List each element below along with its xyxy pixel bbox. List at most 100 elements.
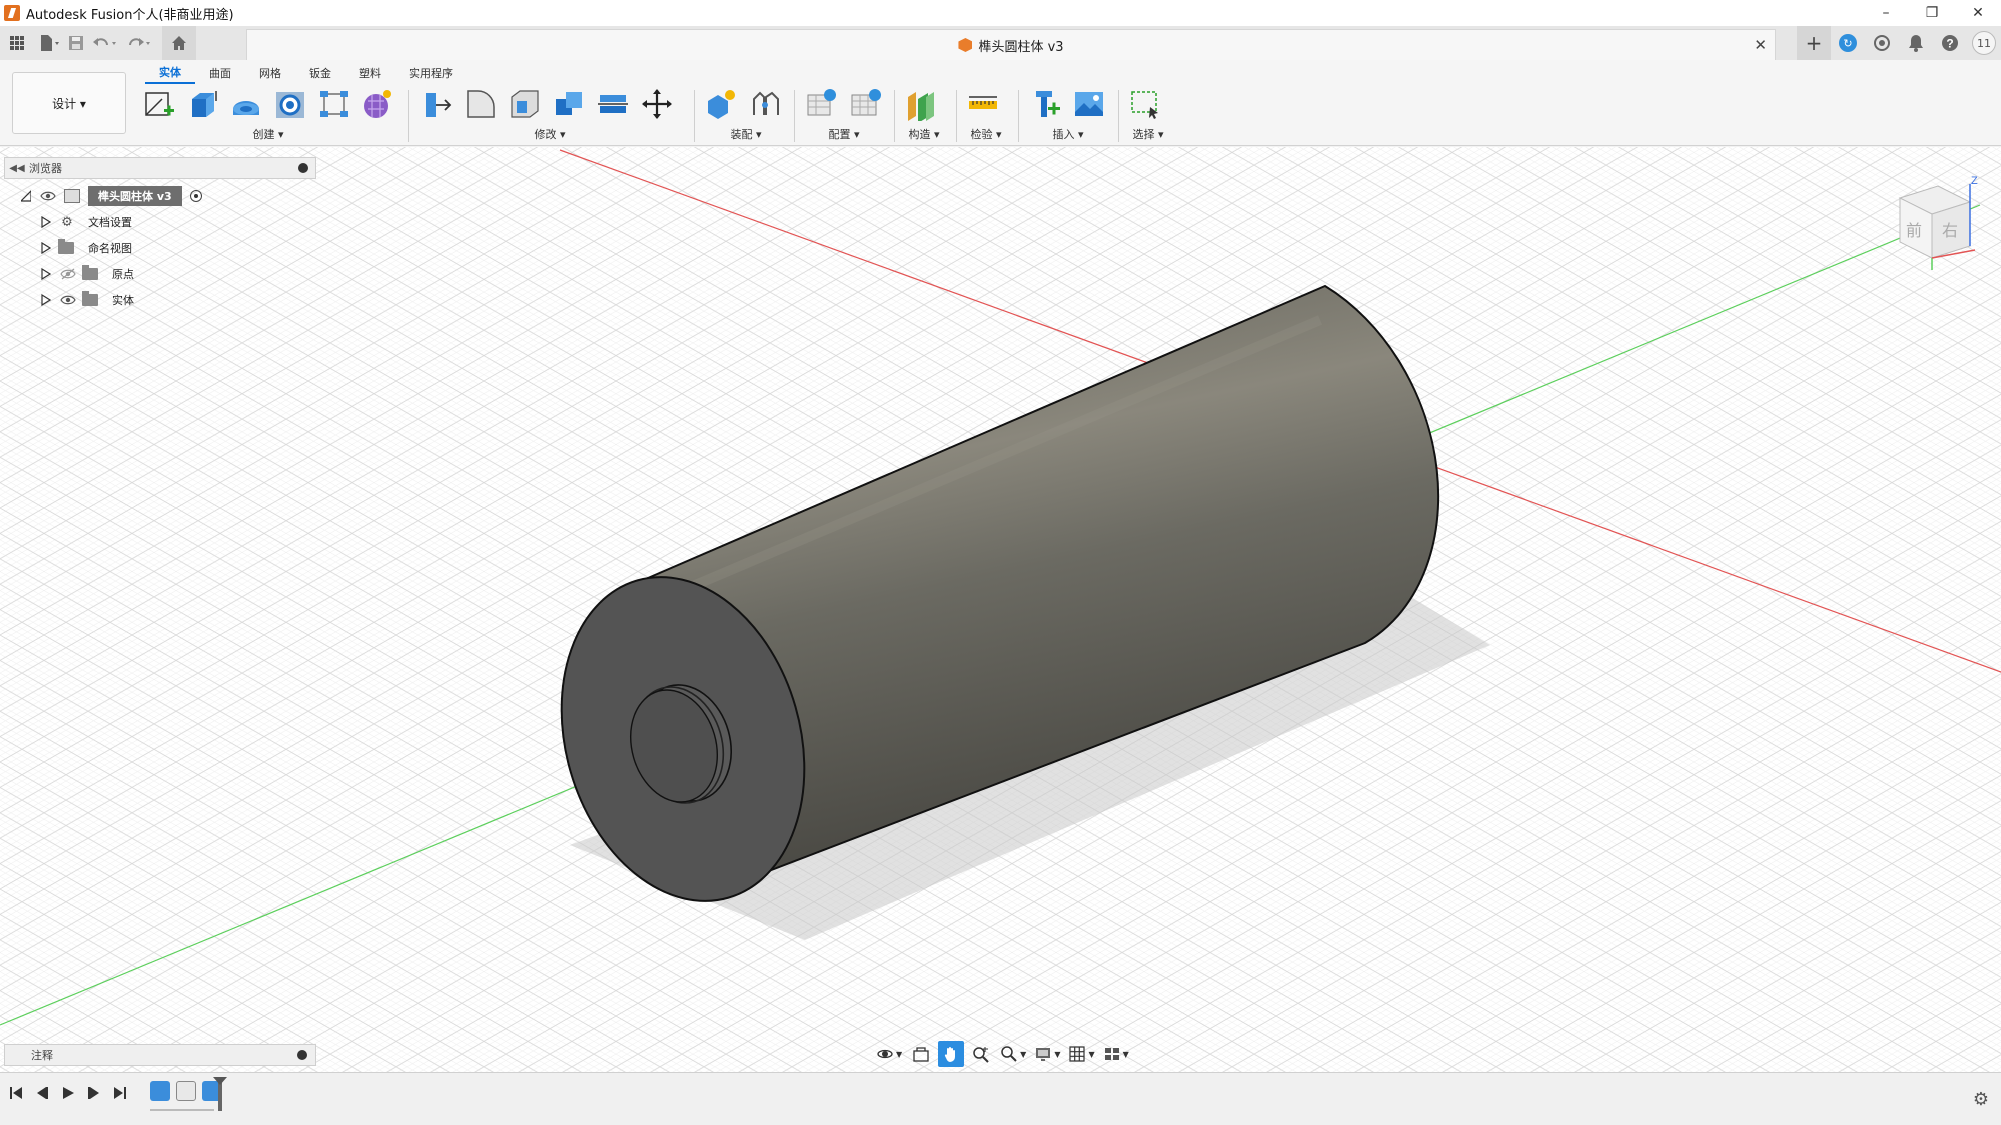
assemble-group-label[interactable]: 装配 ▾ <box>702 126 790 142</box>
tab-surface[interactable]: 曲面 <box>195 62 245 84</box>
select-group-label[interactable]: 选择 ▾ <box>1126 126 1170 142</box>
offset-plane-button[interactable] <box>902 85 940 123</box>
timeline-settings-button[interactable]: ⚙ <box>1973 1089 1989 1110</box>
create-sketch-button[interactable] <box>140 85 178 123</box>
split-body-button[interactable] <box>594 85 632 123</box>
notifications-button[interactable] <box>1899 26 1933 60</box>
pin-icon[interactable] <box>298 163 308 173</box>
add-comment-icon[interactable] <box>297 1050 307 1060</box>
tree-item-named-views[interactable]: 命名视图 <box>4 235 316 261</box>
timeline-feature-sketch[interactable] <box>176 1081 196 1101</box>
step-forward-button[interactable] <box>86 1085 102 1101</box>
insert-group-label[interactable]: 插入 ▾ <box>1026 126 1110 142</box>
document-tab[interactable]: 榫头圆柱体 v3 ✕ <box>246 29 1776 60</box>
help-button[interactable]: ? <box>1933 26 1967 60</box>
document-tab-title: 榫头圆柱体 v3 <box>978 39 1064 55</box>
tab-mesh[interactable]: 网格 <box>245 62 295 84</box>
go-to-start-button[interactable] <box>8 1085 24 1101</box>
pan-button[interactable] <box>938 1041 965 1067</box>
visibility-eye-icon[interactable] <box>40 190 56 202</box>
expand-triangle-icon[interactable] <box>40 242 52 254</box>
look-at-button[interactable] <box>908 1041 934 1067</box>
configuration-table-button[interactable] <box>846 85 884 123</box>
tree-item-bodies[interactable]: 实体 <box>4 287 316 313</box>
close-window-button[interactable]: ✕ <box>1955 0 2001 26</box>
extensions-button[interactable]: ↻ <box>1831 26 1865 60</box>
hidden-eye-icon[interactable] <box>60 268 76 280</box>
tree-item-document-settings[interactable]: ⚙ 文档设置 <box>4 209 316 235</box>
shell-button[interactable] <box>506 85 544 123</box>
comments-panel[interactable]: 注释 <box>4 1044 316 1066</box>
configure-design-button[interactable] <box>802 85 840 123</box>
expand-triangle-icon[interactable] <box>20 190 32 202</box>
job-status-button[interactable] <box>1865 26 1899 60</box>
offset-plane-icon <box>908 92 934 121</box>
user-account-button[interactable]: 11 <box>1967 26 2001 60</box>
fit-button[interactable]: ▼ <box>998 1041 1028 1067</box>
zoom-button[interactable] <box>968 1041 994 1067</box>
inspect-group-label[interactable]: 检验 ▾ <box>964 126 1008 142</box>
grid-settings-icon <box>1069 1046 1086 1062</box>
window-title-bar: Autodesk Fusion个人(非商业用途) – ❐ ✕ <box>0 0 2001 26</box>
tab-plastic[interactable]: 塑料 <box>345 62 395 84</box>
visibility-eye-icon[interactable] <box>60 294 76 306</box>
minimize-button[interactable]: – <box>1863 0 1909 26</box>
configure-group-label[interactable]: 配置 ▾ <box>802 126 886 142</box>
fillet-button[interactable] <box>462 85 500 123</box>
data-panel-button[interactable] <box>0 26 34 60</box>
undo-button[interactable] <box>88 26 122 60</box>
create-form-button[interactable] <box>358 85 396 123</box>
play-button[interactable] <box>60 1085 76 1101</box>
construct-group-label[interactable]: 构造 ▾ <box>902 126 946 142</box>
collapse-icon[interactable]: ◀◀ <box>5 163 29 174</box>
pattern-button[interactable] <box>315 85 353 123</box>
measure-button[interactable] <box>964 85 1002 123</box>
tab-sheet-metal[interactable]: 钣金 <box>295 62 345 84</box>
insert-canvas-button[interactable] <box>1070 85 1108 123</box>
save-button[interactable] <box>64 26 88 60</box>
home-button[interactable] <box>162 26 196 60</box>
expand-triangle-icon[interactable] <box>40 216 52 228</box>
joint-button[interactable] <box>746 85 784 123</box>
file-menu-button[interactable] <box>34 26 64 60</box>
tab-solid[interactable]: 实体 <box>145 62 195 84</box>
modify-group-label[interactable]: 修改 ▾ <box>418 126 682 142</box>
move-copy-button[interactable] <box>638 85 676 123</box>
expand-triangle-icon[interactable] <box>40 294 52 306</box>
step-back-button[interactable] <box>34 1085 50 1101</box>
timeline-marker[interactable] <box>218 1077 222 1111</box>
orbit-button[interactable]: ▼ <box>874 1041 904 1067</box>
revolve-button[interactable] <box>227 85 265 123</box>
move-icon <box>642 89 672 119</box>
tree-root[interactable]: 榫头圆柱体 v3 <box>4 183 316 209</box>
insert-derive-button[interactable] <box>1026 85 1064 123</box>
viewcube-front-label[interactable]: 前 <box>1906 221 1922 240</box>
go-to-end-button[interactable] <box>112 1085 128 1101</box>
tree-item-origin[interactable]: 原点 <box>4 261 316 287</box>
create-group-label[interactable]: 创建 ▾ <box>140 126 396 142</box>
press-pull-button[interactable] <box>418 85 456 123</box>
add-tab-icon: + <box>1805 31 1823 55</box>
display-settings-button[interactable]: ▼ <box>1032 1041 1062 1067</box>
grid-settings-button[interactable]: ▼ <box>1066 1041 1096 1067</box>
timeline-feature-extrude[interactable] <box>150 1081 170 1101</box>
step-back-icon <box>37 1087 48 1099</box>
close-tab-button[interactable]: ✕ <box>1754 36 1767 54</box>
add-tab-button[interactable]: + <box>1797 26 1831 60</box>
new-component-button[interactable] <box>702 85 740 123</box>
tab-utilities[interactable]: 实用程序 <box>395 62 467 84</box>
browser-header[interactable]: ◀◀ 浏览器 <box>4 157 316 179</box>
form-icon <box>364 90 392 118</box>
expand-triangle-icon[interactable] <box>40 268 52 280</box>
extrude-button[interactable] <box>184 85 222 123</box>
viewports-button[interactable]: ▼ <box>1101 1041 1131 1067</box>
restore-button[interactable]: ❐ <box>1909 0 1955 26</box>
combine-button[interactable] <box>550 85 588 123</box>
workspace-switcher[interactable]: 设计 ▾ <box>12 72 126 134</box>
activate-radio-icon[interactable] <box>189 190 202 202</box>
redo-button[interactable] <box>122 26 156 60</box>
hole-button[interactable] <box>271 85 309 123</box>
select-button[interactable] <box>1126 85 1164 123</box>
fit-icon <box>1001 1046 1017 1062</box>
viewcube-right-label[interactable]: 右 <box>1942 221 1958 240</box>
